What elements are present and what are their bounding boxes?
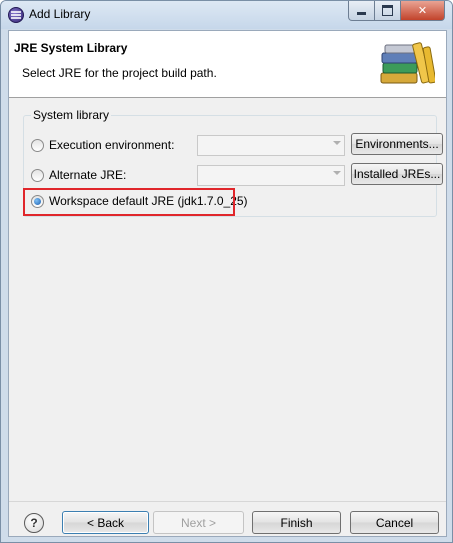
- close-icon: ✕: [417, 5, 428, 17]
- close-button[interactable]: ✕: [400, 1, 445, 21]
- page-title: JRE System Library: [14, 41, 128, 55]
- chevron-down-icon: [333, 171, 341, 175]
- alternate-jre-radio[interactable]: [31, 168, 44, 182]
- alternate-jre-combo[interactable]: [197, 165, 345, 186]
- highlight-annotation: [23, 188, 235, 216]
- system-library-legend: System library: [31, 108, 112, 122]
- maximize-icon: [382, 5, 393, 16]
- footer-separator: [9, 501, 446, 502]
- environments-button[interactable]: Environments...: [351, 133, 443, 155]
- finish-button[interactable]: Finish: [252, 511, 341, 534]
- installed-jres-button[interactable]: Installed JREs...: [351, 163, 443, 185]
- execution-environment-option[interactable]: Execution environment:: [31, 137, 174, 153]
- page-description: Select JRE for the project build path.: [22, 66, 217, 80]
- back-button[interactable]: < Back: [62, 511, 149, 534]
- library-books-icon: [380, 42, 435, 84]
- title-bar[interactable]: Add Library ✕: [1, 1, 452, 29]
- execution-environment-label: Execution environment:: [49, 138, 175, 152]
- maximize-button[interactable]: [374, 1, 401, 21]
- wizard-header: JRE System Library Select JRE for the pr…: [9, 31, 446, 98]
- help-icon[interactable]: ?: [24, 513, 44, 533]
- next-button[interactable]: Next >: [153, 511, 244, 534]
- cancel-button[interactable]: Cancel: [350, 511, 439, 534]
- execution-environment-radio[interactable]: [31, 138, 44, 152]
- dialog-content: JRE System Library Select JRE for the pr…: [8, 30, 447, 537]
- minimize-icon: [357, 12, 366, 15]
- window-title: Add Library: [29, 7, 91, 21]
- alternate-jre-option[interactable]: Alternate JRE:: [31, 167, 126, 183]
- eclipse-icon: [8, 7, 24, 23]
- execution-environment-combo[interactable]: [197, 135, 345, 156]
- minimize-button[interactable]: [348, 1, 375, 21]
- add-library-window: Add Library ✕ JRE System Library Select …: [0, 0, 453, 543]
- chevron-down-icon: [333, 141, 341, 145]
- alternate-jre-label: Alternate JRE:: [49, 168, 127, 182]
